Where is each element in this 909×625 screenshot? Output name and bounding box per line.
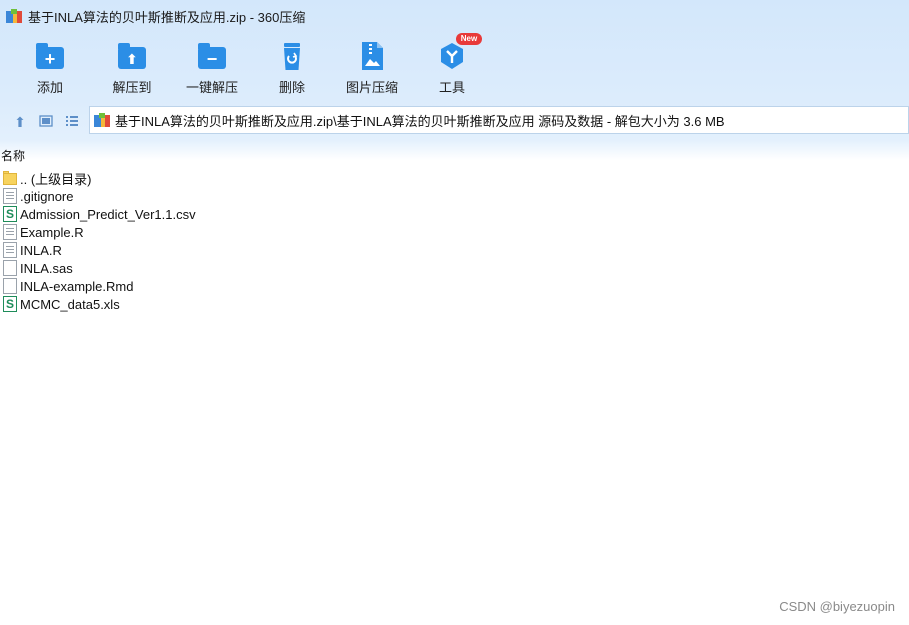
list-view-icon[interactable] <box>64 114 80 130</box>
oneclick-extract-icon: − <box>196 40 228 72</box>
address-bar: ⬆ 基于INLA算法的贝叶斯推断及应用.zip\基于INLA算法的贝叶斯推断及应… <box>0 106 909 138</box>
address-path: 基于INLA算法的贝叶斯推断及应用.zip\基于INLA算法的贝叶斯推断及应用 … <box>115 113 725 129</box>
extract-to-button[interactable]: ⬆ 解压到 <box>92 36 172 98</box>
address-field[interactable]: 基于INLA算法的贝叶斯推断及应用.zip\基于INLA算法的贝叶斯推断及应用 … <box>89 106 909 134</box>
spreadsheet-file-icon: S <box>3 206 17 222</box>
window-title: 基于INLA算法的贝叶斯推断及应用.zip - 360压缩 <box>28 9 306 25</box>
column-header-name[interactable]: 名称 <box>1 147 25 164</box>
delete-label: 删除 <box>278 80 305 95</box>
folder-icon <box>3 170 17 186</box>
list-item[interactable]: INLA.sas <box>3 259 196 277</box>
extract-folder-icon: ⬆ <box>116 40 148 72</box>
item-name: MCMC_data5.xls <box>20 296 120 312</box>
list-item[interactable]: INLA.R <box>3 241 196 259</box>
blank-file-icon <box>3 260 17 276</box>
delete-button[interactable]: 删除 <box>252 36 332 98</box>
blank-file-icon <box>3 278 17 294</box>
item-name: .gitignore <box>20 188 74 204</box>
item-name: INLA.sas <box>20 260 73 276</box>
add-button[interactable]: + 添加 <box>10 36 90 98</box>
tools-button[interactable]: New 工具 <box>412 33 492 98</box>
watermark: CSDN @biyezuopin <box>779 599 895 614</box>
new-badge: New <box>456 33 482 45</box>
add-label: 添加 <box>36 80 63 95</box>
text-file-icon <box>3 242 17 258</box>
item-name: Admission_Predict_Ver1.1.csv <box>20 206 196 222</box>
app-icon <box>6 9 22 23</box>
text-file-icon <box>3 188 17 204</box>
list-item[interactable]: Example.R <box>3 223 196 241</box>
text-file-icon <box>3 224 17 240</box>
item-name: INLA-example.Rmd <box>20 278 134 294</box>
item-name: INLA.R <box>20 242 62 258</box>
spreadsheet-file-icon: S <box>3 296 17 312</box>
oneclick-extract-label: 一键解压 <box>185 80 238 95</box>
image-compress-icon <box>356 40 388 72</box>
thumbnail-view-icon[interactable] <box>38 114 54 130</box>
item-name: Example.R <box>20 224 84 240</box>
list-item[interactable]: S MCMC_data5.xls <box>3 295 196 313</box>
image-compress-button[interactable]: 图片压缩 <box>332 36 412 98</box>
title-bar: 基于INLA算法的贝叶斯推断及应用.zip - 360压缩 <box>6 7 305 25</box>
image-compress-label: 图片压缩 <box>345 80 398 95</box>
list-item[interactable]: .gitignore <box>3 187 196 205</box>
tools-label: 工具 <box>438 80 465 95</box>
up-arrow-icon[interactable]: ⬆ <box>12 114 28 130</box>
oneclick-extract-button[interactable]: − 一键解压 <box>172 36 252 98</box>
trash-icon <box>276 40 308 72</box>
add-folder-icon: + <box>34 40 66 72</box>
extract-to-label: 解压到 <box>112 80 152 95</box>
file-list: .. (上级目录) .gitignore S Admission_Predict… <box>3 169 196 313</box>
archive-icon <box>94 113 110 127</box>
list-item[interactable]: S Admission_Predict_Ver1.1.csv <box>3 205 196 223</box>
item-name: .. (上级目录) <box>20 171 92 187</box>
list-item[interactable]: .. (上级目录) <box>3 169 196 187</box>
list-item[interactable]: INLA-example.Rmd <box>3 277 196 295</box>
